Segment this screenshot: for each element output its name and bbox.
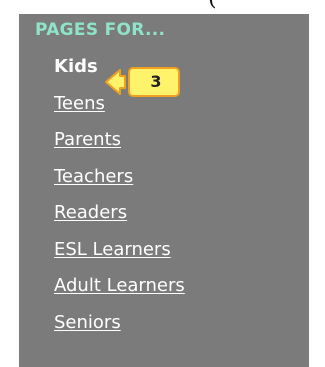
nav-link-seniors[interactable]: Seniors xyxy=(54,312,121,333)
step-callout: 3 xyxy=(105,66,181,98)
nav-item-adult-learners[interactable]: Adult Learners xyxy=(54,275,185,312)
top-strip: ( xyxy=(0,0,325,14)
nav-item-esl-learners[interactable]: ESL Learners xyxy=(54,239,185,276)
nav-link-teens[interactable]: Teens xyxy=(54,93,105,114)
nav-item-parents[interactable]: Parents xyxy=(54,129,185,166)
nav-item-teachers[interactable]: Teachers xyxy=(54,166,185,203)
nav-item-readers[interactable]: Readers xyxy=(54,202,185,239)
nav-current-kids: Kids xyxy=(54,56,98,77)
nav-link-esl-learners[interactable]: ESL Learners xyxy=(54,239,171,260)
clipped-glyph: ( xyxy=(208,0,217,11)
nav-link-parents[interactable]: Parents xyxy=(54,129,121,150)
sidebar-heading: PAGES FOR... xyxy=(35,20,166,40)
nav-link-teachers[interactable]: Teachers xyxy=(54,166,133,187)
audience-nav: Kids Teens Parents Teachers Readers ESL … xyxy=(54,56,185,348)
nav-link-adult-learners[interactable]: Adult Learners xyxy=(54,275,185,296)
callout-number: 3 xyxy=(150,72,162,91)
nav-link-readers[interactable]: Readers xyxy=(54,202,127,223)
nav-item-seniors[interactable]: Seniors xyxy=(54,312,185,349)
pages-for-sidebar: PAGES FOR... Kids Teens Parents Teachers… xyxy=(19,14,309,367)
